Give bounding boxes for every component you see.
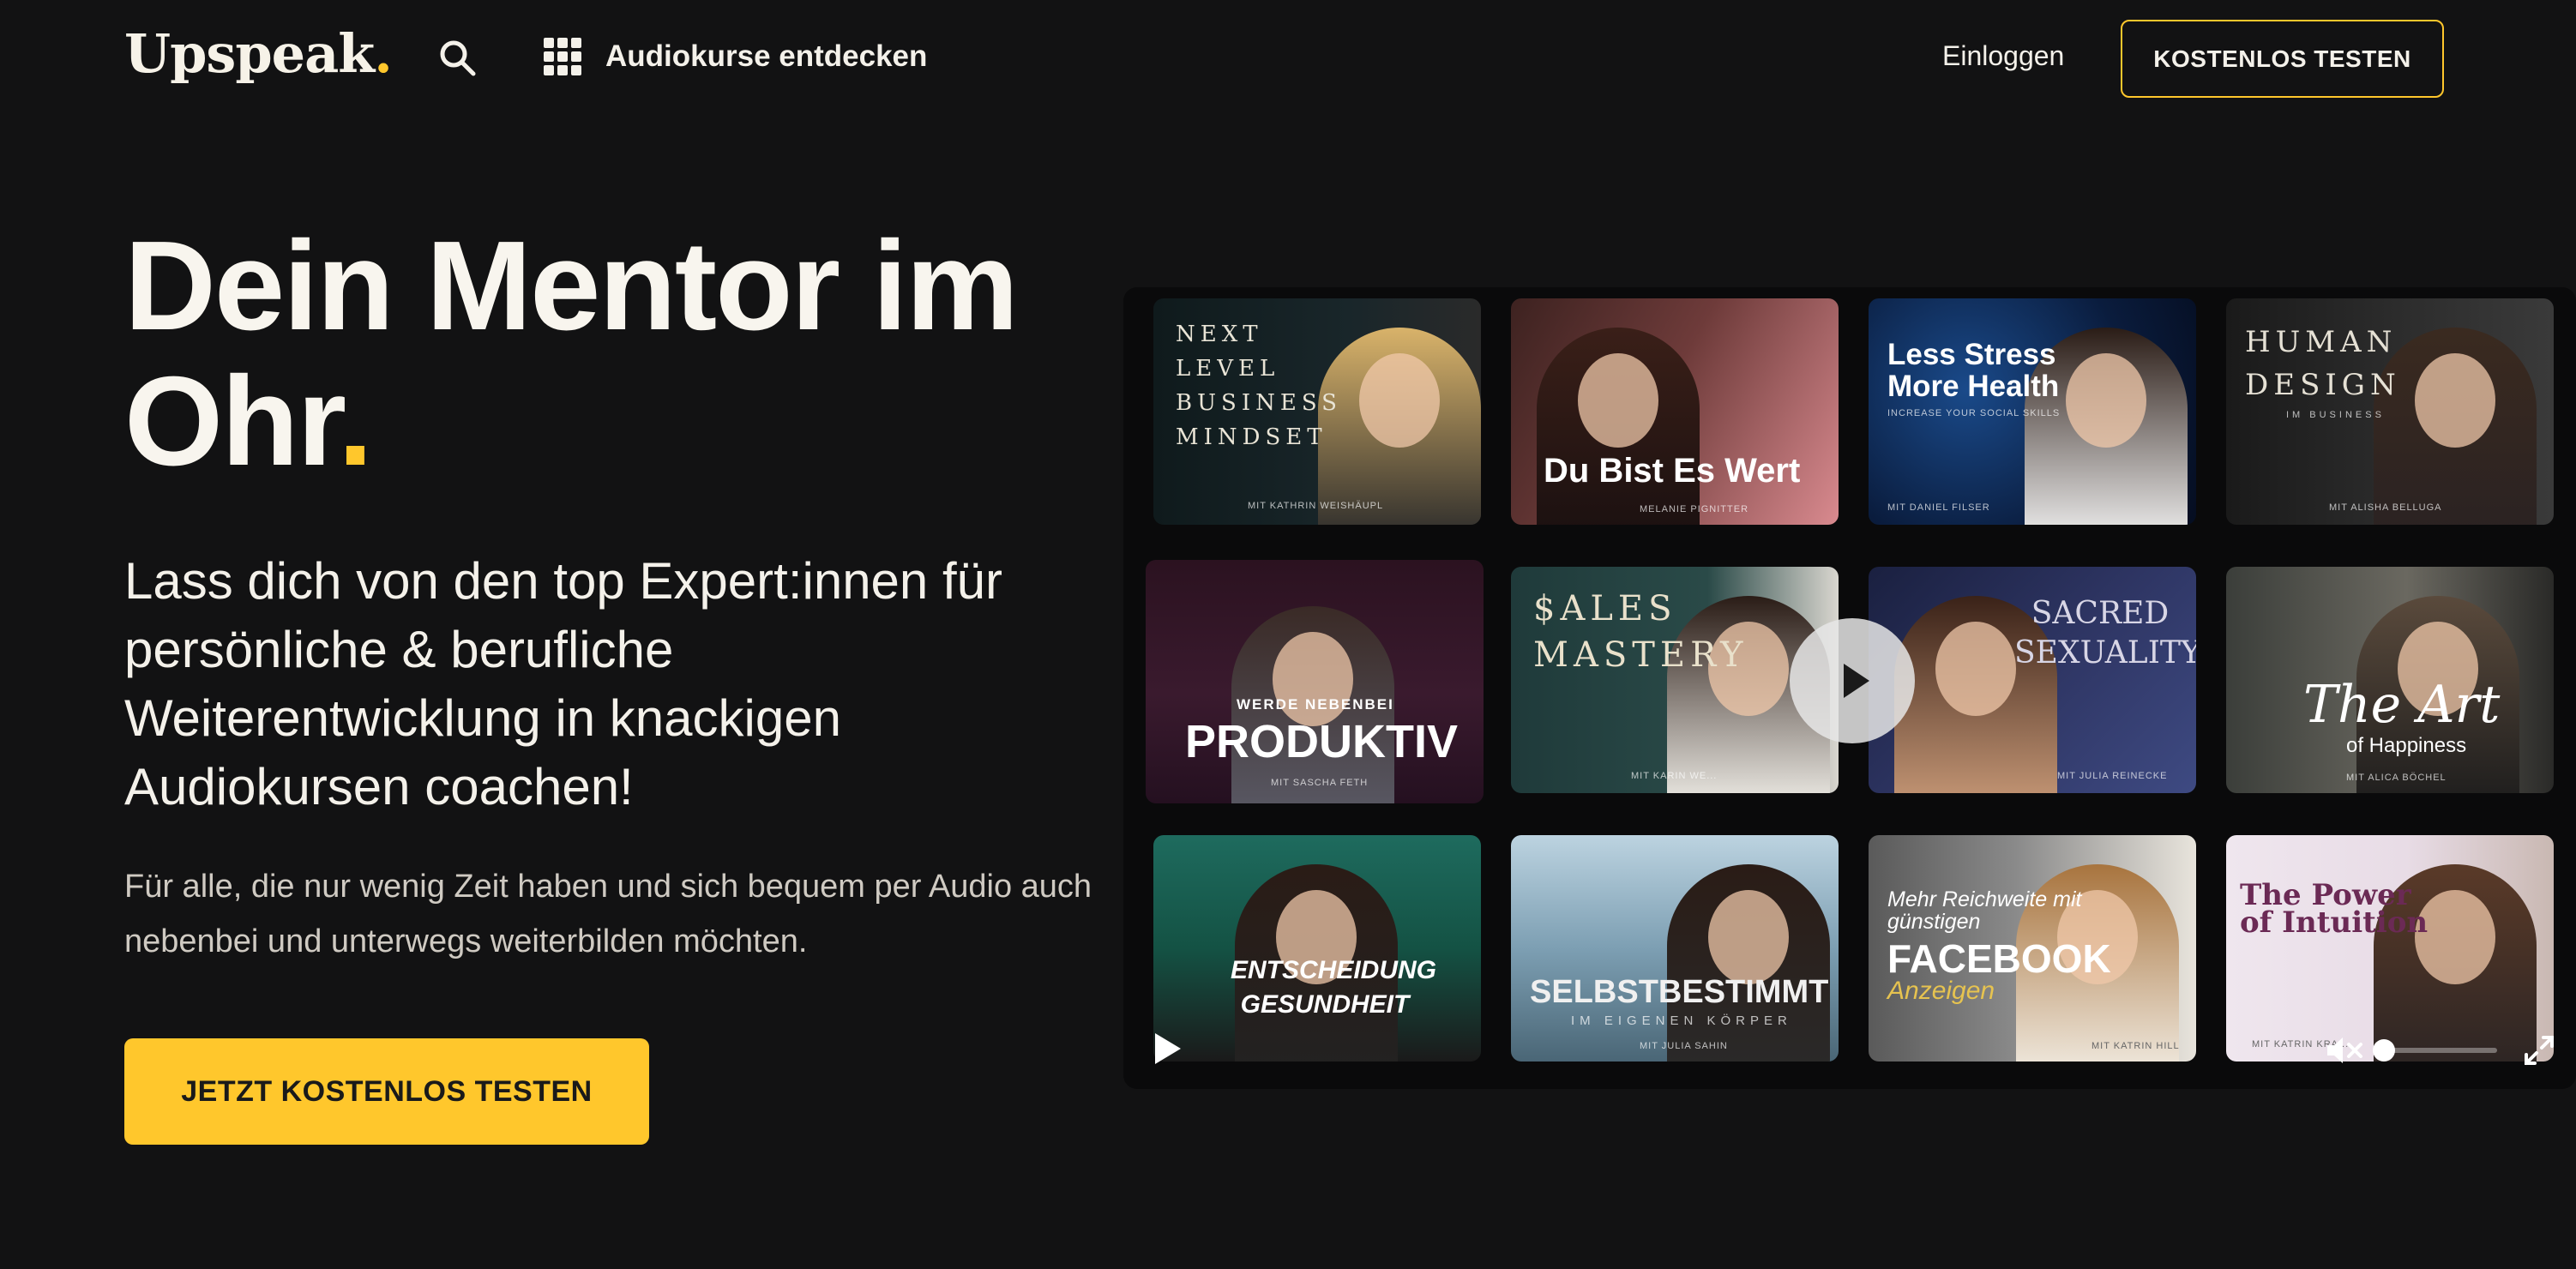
course-tile[interactable]: The Power of Intuition MIT KATRIN KRA... bbox=[2226, 835, 2554, 1062]
volume-slider-handle[interactable] bbox=[2373, 1039, 2395, 1062]
hero-body: Für alle, die nur wenig Zeit haben und s… bbox=[124, 869, 1092, 959]
course-author: MIT KATRIN HILL bbox=[2091, 1041, 2180, 1051]
logo-dot: . bbox=[374, 22, 393, 85]
search-icon[interactable] bbox=[437, 38, 477, 77]
hero-headline: Dein Mentor im Ohr. bbox=[124, 219, 1110, 490]
mute-icon[interactable] bbox=[2326, 1036, 2365, 1065]
course-author: MELANIE PIGNITTER bbox=[1640, 504, 1749, 514]
course-author: MIT DANIEL FILSER bbox=[1887, 502, 1990, 513]
course-title: SELBSTBESTIMMT bbox=[1530, 974, 1829, 1010]
course-kicker: WERDE NEBENBEI bbox=[1237, 696, 1394, 713]
course-tagline: IM BUSINESS bbox=[2286, 410, 2385, 420]
course-tile[interactable]: WERDE NEBENBEI PRODUKTIV MIT SASCHA FETH bbox=[1146, 560, 1484, 803]
course-tagline: Anzeigen bbox=[1887, 977, 1995, 1005]
course-tile[interactable]: SELBSTBESTIMMT IM EIGENEN KÖRPER MIT JUL… bbox=[1511, 835, 1839, 1062]
course-author: MIT ALISHA BELLUGA bbox=[2329, 502, 2442, 513]
header-trial-button[interactable]: KOSTENLOS TESTEN bbox=[2121, 20, 2444, 98]
logo[interactable]: Upspeak. bbox=[124, 22, 393, 85]
course-title: Du Bist Es Wert bbox=[1544, 452, 1801, 490]
course-tile[interactable]: Less Stress More Health INCREASE YOUR SO… bbox=[1869, 298, 2196, 525]
grid-icon bbox=[544, 38, 581, 75]
course-title: FACEBOOK bbox=[1887, 936, 2111, 981]
volume-slider[interactable] bbox=[2373, 1039, 2497, 1062]
course-title: PRODUKTIV bbox=[1185, 716, 1459, 767]
hero-subheadline: Lass dich von den top Expert:innen für p… bbox=[124, 552, 1002, 815]
hero-headline-text: Dein Mentor im Ohr bbox=[124, 215, 1019, 492]
course-title: SACRED SEXUALITY bbox=[2014, 596, 2196, 671]
discover-courses-link[interactable]: Audiokurse entdecken bbox=[544, 38, 927, 75]
fullscreen-icon[interactable] bbox=[2524, 1035, 2555, 1066]
discover-courses-label: Audiokurse entdecken bbox=[605, 39, 928, 73]
course-author: MIT JULIA REINECKE bbox=[2057, 771, 2168, 781]
logo-text: Upspeak bbox=[124, 22, 375, 85]
course-tagline: INCREASE YOUR SOCIAL SKILLS bbox=[1887, 408, 2061, 418]
course-tile[interactable]: Du Bist Es Wert MELANIE PIGNITTER bbox=[1511, 298, 1839, 525]
course-author: MIT ALICA BÖCHEL bbox=[2346, 773, 2447, 783]
course-title: The Art bbox=[2303, 675, 2501, 735]
course-title: $ALES MASTERY bbox=[1533, 589, 1748, 675]
course-tagline: IM EIGENEN KÖRPER bbox=[1571, 1013, 1792, 1028]
play-icon[interactable] bbox=[1155, 1033, 1181, 1064]
hero-headline-dot: . bbox=[337, 351, 373, 492]
site-header: Upspeak. Audiokurse entdecken Einloggen … bbox=[0, 0, 2576, 116]
course-kicker: Mehr Reichweite mit günstigen bbox=[1887, 887, 2082, 935]
course-tile[interactable]: ENTSCHEIDUNG GESUNDHEIT bbox=[1153, 835, 1481, 1062]
course-tile[interactable]: The Art of Happiness MIT ALICA BÖCHEL bbox=[2226, 567, 2554, 793]
cta-trial-button[interactable]: JETZT KOSTENLOS TESTEN bbox=[124, 1038, 649, 1145]
course-title: HUMAN DESIGN bbox=[2245, 325, 2401, 402]
course-tile[interactable]: HUMAN DESIGN IM BUSINESS MIT ALISHA BELL… bbox=[2226, 298, 2554, 525]
login-link[interactable]: Einloggen bbox=[1942, 40, 2064, 72]
course-author: MIT KATHRIN WEISHÄUPL bbox=[1248, 501, 1384, 511]
course-tile[interactable]: NEXT LEVEL BUSINESS MINDSET MIT KATHRIN … bbox=[1153, 298, 1481, 525]
page: Upspeak. Audiokurse entdecken Einloggen … bbox=[0, 0, 2576, 1269]
course-title: NEXT LEVEL BUSINESS MINDSET bbox=[1176, 322, 1342, 450]
course-author: MIT JULIA SAHIN bbox=[1640, 1041, 1728, 1051]
course-tile[interactable]: SACRED SEXUALITY MIT JULIA REINECKE bbox=[1869, 567, 2196, 793]
course-tile[interactable]: Mehr Reichweite mit günstigen FACEBOOK A… bbox=[1869, 835, 2196, 1062]
course-title: Less Stress More Health bbox=[1887, 338, 2060, 403]
course-author: MIT KARIN WE... bbox=[1631, 771, 1718, 781]
course-title: The Power of Intuition bbox=[2240, 878, 2429, 940]
play-button[interactable] bbox=[1790, 618, 1915, 743]
course-tagline: of Happiness bbox=[2346, 734, 2467, 757]
course-title: ENTSCHEIDUNG GESUNDHEIT bbox=[1231, 956, 1437, 1019]
course-author: MIT SASCHA FETH bbox=[1271, 778, 1369, 788]
